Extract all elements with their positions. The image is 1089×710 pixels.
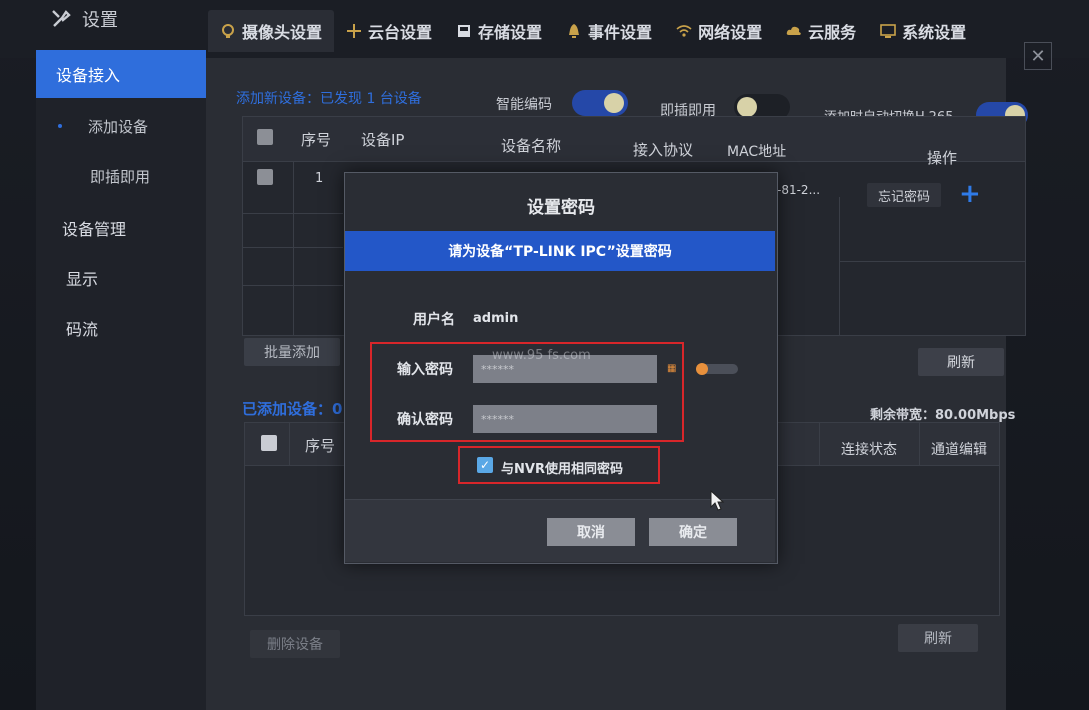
bell-icon [569, 24, 580, 38]
tab-label: 云台设置 [368, 23, 433, 42]
forgot-password-button[interactable]: 忘记密码 [867, 183, 941, 207]
col-action: 操作 [927, 149, 958, 167]
sidebar-item-label: 添加设备 [88, 117, 149, 136]
col-index: 序号 [301, 131, 332, 149]
screen: 设置 摄像头设置 云台设置 存储设置 事件设置 网络设置 云服务 系统设置 ✕ … [0, 0, 1089, 710]
password-visibility-slider[interactable] [696, 363, 738, 375]
close-button[interactable]: ✕ [1024, 42, 1052, 70]
dialog-banner: 请为设备“TP-LINK IPC”设置密码 [345, 231, 775, 271]
forgot-label: 忘记密码 [877, 189, 930, 205]
add-icon[interactable]: + [959, 179, 981, 209]
grid-line [839, 197, 840, 335]
grid-line [243, 247, 343, 248]
refresh-label: 刷新 [947, 355, 975, 371]
grid-line [919, 423, 920, 465]
batch-add-label: 批量添加 [264, 345, 320, 361]
select-all-checkbox[interactable] [257, 129, 273, 145]
select-all-checkbox[interactable] [261, 435, 277, 451]
sidebar: 设备接入 添加设备 即插即用 设备管理 显示 码流 [36, 50, 206, 710]
grid-line [243, 285, 343, 286]
top-tabs: 摄像头设置 云台设置 存储设置 事件设置 网络设置 云服务 系统设置 [208, 10, 978, 52]
sidebar-item-device-mgmt[interactable]: 设备管理 [36, 204, 206, 252]
sidebar-item-label: 设备管理 [62, 220, 127, 239]
sidebar-item-plug-play[interactable]: 即插即用 [36, 152, 206, 200]
dialog-title: 设置密码 [527, 198, 595, 218]
cancel-button[interactable]: 取消 [547, 518, 635, 546]
refresh-button[interactable]: 刷新 [918, 348, 1004, 376]
grid-line [839, 261, 1025, 262]
grid-line [293, 161, 294, 335]
tab-label: 摄像头设置 [242, 23, 323, 42]
col-name: 设备名称 [501, 137, 562, 155]
col-status: 连接状态 [841, 442, 897, 458]
row-index: 1 [315, 171, 324, 186]
camera-icon [222, 24, 234, 38]
tab-label: 云服务 [808, 23, 857, 42]
smart-encode-toggle[interactable] [572, 90, 628, 116]
bandwidth-text: 剩余带宽：80.00Mbps [870, 408, 1016, 423]
added-devices-label: 已添加设备：0 [242, 400, 343, 418]
ok-button[interactable]: 确定 [649, 518, 737, 546]
wifi-icon [676, 25, 692, 37]
row-checkbox[interactable] [257, 169, 273, 185]
sidebar-item-device-access[interactable]: 设备接入 [36, 50, 206, 98]
slider-knob [696, 363, 708, 375]
tab-label: 系统设置 [902, 23, 967, 42]
cancel-label: 取消 [577, 525, 605, 541]
tab-network[interactable]: 网络设置 [664, 10, 774, 52]
ptz-icon [347, 24, 362, 38]
col-index: 序号 [305, 437, 336, 455]
app-title: 设置 [82, 10, 118, 31]
mouse-cursor-icon [710, 490, 725, 511]
tab-event[interactable]: 事件设置 [554, 10, 664, 52]
tab-storage[interactable]: 存储设置 [444, 10, 554, 52]
col-mac: MAC地址 [727, 144, 787, 160]
username-label: 用户名 [413, 312, 455, 328]
delete-device-button[interactable]: 删除设备 [250, 630, 340, 658]
cloud-icon [786, 26, 801, 35]
tab-label: 网络设置 [698, 23, 763, 42]
storage-icon [458, 25, 471, 37]
tab-system[interactable]: 系统设置 [868, 10, 978, 52]
sidebar-item-label: 显示 [66, 270, 99, 289]
sidebar-item-stream[interactable]: 码流 [36, 304, 206, 352]
close-icon: ✕ [1030, 45, 1046, 67]
username-value: admin [473, 311, 519, 326]
highlight-box-passwords [370, 342, 684, 442]
batch-add-button[interactable]: 批量添加 [244, 338, 340, 366]
sidebar-item-add-device[interactable]: 添加设备 [36, 102, 206, 150]
grid-line [289, 423, 290, 465]
wrench-icon [52, 10, 71, 27]
table-header: 序号 设备IP 设备名称 接入协议 MAC地址 操作 [243, 117, 1025, 167]
delete-label: 删除设备 [267, 637, 323, 653]
col-channel-edit: 通道编辑 [931, 442, 987, 458]
found-devices-text: 添加新设备：已发现 1 台设备 [236, 91, 422, 107]
sidebar-item-label: 码流 [66, 320, 99, 339]
col-ip: 设备IP [361, 131, 405, 149]
ok-label: 确定 [679, 525, 707, 541]
grid-line [243, 213, 343, 214]
sidebar-item-display[interactable]: 显示 [36, 254, 206, 302]
refresh-bottom-button[interactable]: 刷新 [898, 624, 978, 652]
col-protocol: 接入协议 [633, 141, 694, 159]
sidebar-item-label: 设备接入 [56, 66, 121, 85]
tab-label: 存储设置 [478, 23, 543, 42]
system-icon [880, 24, 896, 38]
highlight-box-checkbox [458, 446, 660, 484]
app-brand: 设置 [50, 6, 118, 32]
tab-camera[interactable]: 摄像头设置 [208, 10, 335, 52]
toggle-knob [604, 93, 624, 113]
tab-ptz[interactable]: 云台设置 [334, 10, 444, 52]
sidebar-item-label: 即插即用 [90, 167, 151, 186]
grid-line [819, 423, 820, 465]
row-mac: -81-2... [777, 183, 821, 197]
tab-label: 事件设置 [588, 23, 653, 42]
smart-encode-label: 智能编码 [496, 97, 552, 113]
refresh-label: 刷新 [924, 631, 952, 647]
toggle-knob [737, 97, 757, 117]
tab-cloud[interactable]: 云服务 [774, 10, 868, 52]
